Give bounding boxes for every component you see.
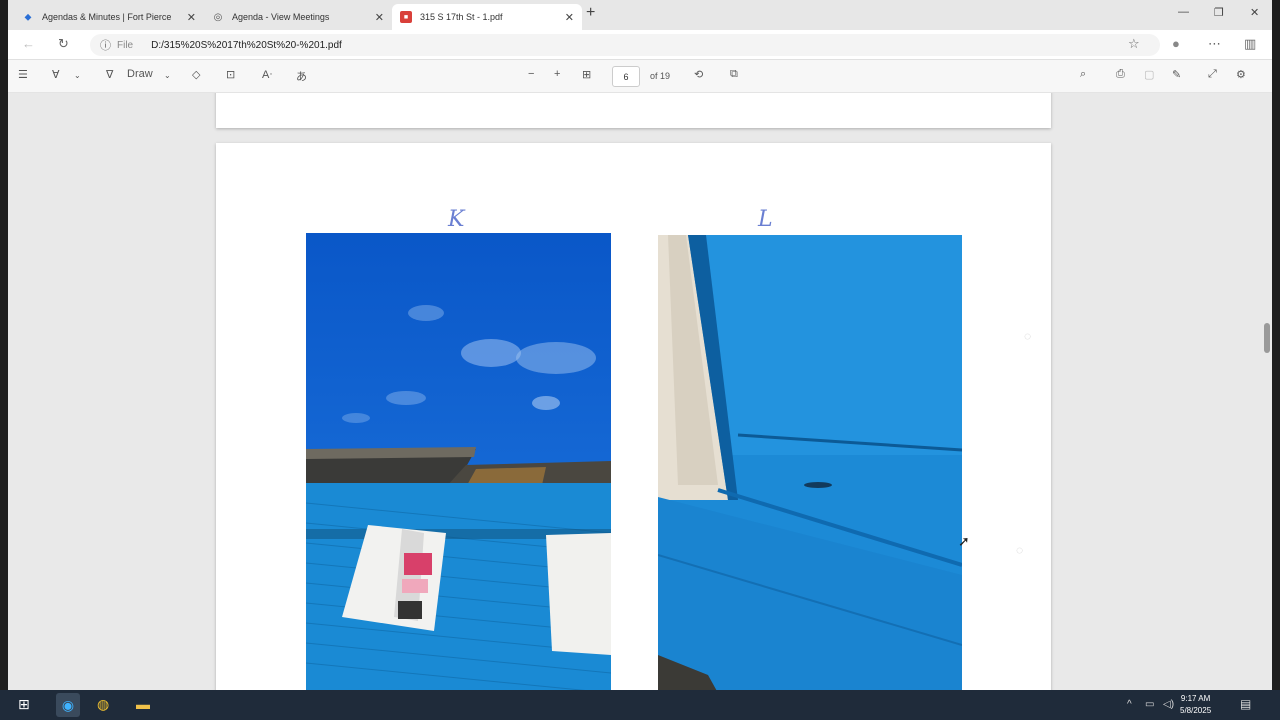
chevron-down-icon[interactable]: ⌄ [164,71,171,80]
mouse-cursor-icon: ➚ [958,533,970,549]
fit-page-icon[interactable]: ⊞ [582,68,591,81]
maximize-icon[interactable]: ❐ [1214,6,1224,19]
settings-gear-icon[interactable]: ⚙ [1236,68,1246,81]
previous-page [216,93,1051,128]
eraser-icon[interactable]: ◇ [192,68,200,81]
tab-agendas-minutes[interactable]: ⬥ Agendas & Minutes | Fort Pierce ✕ [14,4,204,30]
tab-label: Agendas & Minutes | Fort Pierce [42,12,172,22]
save-icon[interactable]: ▢ [1144,68,1154,81]
draw-icon[interactable]: ∇ [106,68,113,81]
save-as-icon[interactable]: ✎ [1172,68,1181,81]
navigation-bar: ← ↻ ⓘ File D:/315%20S%2017th%20St%20-%20… [8,30,1272,60]
sidebar-toggle-icon[interactable]: ▥ [1244,36,1256,52]
minimize-icon[interactable]: — [1178,6,1189,18]
tab-agenda-view-meetings[interactable]: ◎ Agenda - View Meetings ✕ [204,4,392,30]
url-text: D:/315%20S%2017th%20St%20-%201.pdf [151,39,342,51]
favorite-star-icon[interactable]: ☆ [1128,36,1140,52]
page-count: of 19 [650,71,671,81]
pdf-viewer[interactable]: K L ◌ ◌ ➚ [8,93,1272,690]
edge-browser-icon[interactable]: ◉ [56,693,80,717]
read-aloud-icon[interactable]: Aᐧ [262,68,272,81]
close-icon[interactable]: ✕ [565,11,574,24]
chevron-down-icon[interactable]: ⌄ [74,71,81,80]
info-icon[interactable]: ⓘ [100,37,111,53]
annotation-circle-icon: ◌ [1016,543,1024,557]
system-clock[interactable]: 9:17 AM 5/8/2025 [1180,693,1211,717]
volume-icon[interactable]: ◁) [1163,699,1174,710]
profile-avatar-icon[interactable]: ● [1172,36,1180,51]
clock-date: 5/8/2025 [1180,706,1212,715]
rotate-icon[interactable]: ⟲ [694,68,703,81]
tab-strip: ⬥ Agendas & Minutes | Fort Pierce ✕ ◎ Ag… [8,0,1272,30]
network-icon[interactable]: ▭ [1145,699,1154,710]
browser-window: ⬥ Agendas & Minutes | Fort Pierce ✕ ◎ Ag… [8,0,1272,690]
scrollbar-thumb[interactable] [1264,323,1270,353]
new-tab-icon[interactable]: + [586,4,595,22]
highlight-icon[interactable]: ∀ [52,68,60,81]
translate-icon[interactable]: あ [296,68,307,84]
refresh-icon[interactable]: ↻ [58,36,69,52]
pdf-icon: ■ [400,11,412,23]
close-icon[interactable]: ✕ [375,11,384,24]
close-icon[interactable]: ✕ [187,11,196,24]
notifications-icon[interactable]: ▤ [1240,697,1251,711]
city-favicon-icon: ⬥ [24,11,32,23]
print-icon[interactable]: ⎙ [1116,68,1125,81]
search-icon[interactable]: ⌕ [1080,68,1086,81]
page-number-input[interactable]: 6 [612,66,640,87]
close-window-icon[interactable]: ✕ [1250,6,1259,19]
photo-label-l: L [758,207,773,232]
tab-label: Agenda - View Meetings [232,12,330,22]
tray-chevron-up-icon[interactable]: ^ [1127,699,1132,710]
windows-taskbar: ⊞ ◉ ◍ ▬ ^ ▭ ◁) 9:17 AM 5/8/2025 ▤ [0,690,1280,720]
chrome-browser-icon[interactable]: ◍ [97,696,109,713]
clock-time: 9:17 AM [1180,694,1211,703]
globe-icon: ◎ [213,11,223,23]
start-windows-icon[interactable]: ⊞ [18,696,30,713]
annotation-circle-icon: ◌ [1024,329,1032,343]
zoom-in-icon[interactable]: + [554,68,560,80]
pdf-page: K L ◌ ◌ [216,143,1051,690]
scheme-label: File [117,39,134,51]
more-options-icon[interactable]: ⋯ [1208,36,1221,52]
contents-icon[interactable]: ☰ [18,68,28,81]
file-explorer-icon[interactable]: ▬ [136,696,150,712]
zoom-out-icon[interactable]: − [528,68,534,80]
draw-button[interactable]: Draw [127,68,153,80]
address-bar[interactable]: ⓘ File D:/315%20S%2017th%20St%20-%201.pd… [90,34,1160,56]
photo-roof-sky [306,233,611,690]
tab-pdf-document[interactable]: ■ 315 S 17th St - 1.pdf ✕ [392,4,582,30]
back-icon[interactable]: ← [22,36,35,51]
pdf-toolbar: ☰ ∀ ⌄ ∇ Draw ⌄ ◇ ⊡ Aᐧ あ − + ⊞ 6 of 19 ⟲ … [8,60,1272,93]
tab-label: 315 S 17th St - 1.pdf [420,12,503,22]
page-view-icon[interactable]: ⧉ [730,68,738,81]
photo-siding-closeup [658,235,962,690]
fullscreen-icon[interactable]: ⤢ [1208,68,1217,81]
photo-label-k: K [448,207,465,232]
text-box-icon[interactable]: ⊡ [226,68,235,81]
